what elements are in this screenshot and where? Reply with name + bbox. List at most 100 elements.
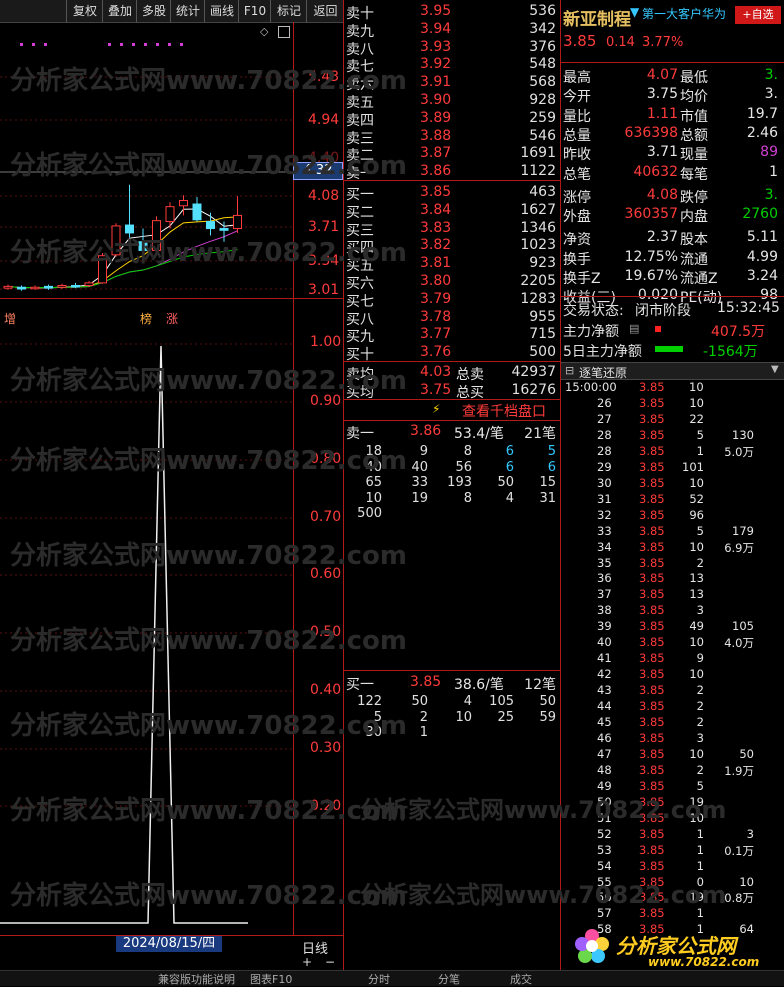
ask1-queue-label: 卖一 [346, 426, 374, 442]
tick-second: 57 [597, 906, 612, 921]
bid-level-row[interactable]: 买九 3.77 715 [346, 326, 558, 345]
indicator-svg [0, 343, 293, 924]
indicator-chart-area[interactable] [0, 300, 293, 935]
ask-level-row[interactable]: 卖十 3.95 536 [346, 3, 558, 22]
bid-level-row[interactable]: 买五 3.81 923 [346, 255, 558, 274]
diamond-icon[interactable]: ◇ [260, 25, 268, 38]
tick-volume: 2 [696, 699, 704, 714]
price-change-pct: 3.77% [642, 35, 684, 50]
ask-level-row[interactable]: 卖八 3.93 376 [346, 38, 558, 58]
bid-level-row[interactable]: 买三 3.83 1346 [346, 220, 558, 239]
toolbar-mark-button[interactable]: 标记 [270, 0, 307, 22]
queue-order-size: 18 [365, 444, 382, 459]
toolbar-multi-stock-button[interactable]: 多股 [136, 0, 171, 22]
tick-second: 44 [597, 699, 612, 714]
tick-volume: 10 [689, 380, 704, 394]
thousand-level-button[interactable]: 查看千档盘口 [462, 401, 546, 421]
bid-level-row[interactable]: 买四 3.82 1023 [346, 237, 558, 256]
level-price: 3.88 [420, 127, 452, 144]
tick-volume: 13 [689, 587, 704, 602]
level-price: 3.80 [420, 273, 452, 289]
bid-level-row[interactable]: 买一 3.85 463 [346, 184, 558, 203]
ask-level-row[interactable]: 卖三 3.88 546 [346, 127, 558, 147]
toolbar-draw-button[interactable]: 画线 [204, 0, 239, 22]
window-toggle-icon[interactable] [278, 26, 290, 38]
ask-level-row[interactable]: 卖二 3.87 1691 [346, 145, 558, 164]
toolbar-overlay-button[interactable]: 叠加 [102, 0, 137, 22]
tick-second: 27 [597, 411, 612, 426]
level-volume: 928 [529, 92, 556, 108]
tick-volume: 5 [696, 427, 704, 442]
tick-price: 3.85 [639, 491, 665, 506]
tick-volume: 0 [696, 874, 704, 889]
queue-order-size: 105 [489, 694, 514, 709]
queue-order-size: 19 [411, 490, 428, 506]
bid1-queue-price: 3.85 [410, 674, 442, 690]
level-volume: 715 [529, 326, 556, 343]
bid-level-row[interactable]: 买十 3.76 500 [346, 344, 558, 363]
lightning-icon: ⚡ [432, 402, 441, 416]
candle-body [179, 200, 188, 207]
kline-chart-area[interactable]: ◇ 增 [0, 23, 293, 326]
toolbar-f10-button[interactable]: F10 [238, 0, 271, 22]
tick-volume: 1 [696, 906, 704, 921]
collapse-icon[interactable]: ⊟ [565, 364, 574, 377]
queue-order-size: 31 [539, 490, 556, 506]
tick-volume: 2 [696, 683, 704, 698]
tick-volume: 5 [696, 523, 704, 538]
toolbar-stats-button[interactable]: 统计 [170, 0, 205, 22]
tick-volume: 10 [689, 475, 704, 490]
toolbar-back-button[interactable]: 返回 [306, 0, 344, 22]
candle-body [111, 225, 121, 256]
main-net-bar [655, 326, 661, 332]
zoom-out-button[interactable]: − [325, 955, 335, 969]
price-tick: 4.94 [308, 112, 340, 128]
quote-field-label: 净资 [563, 232, 591, 249]
bid-level-row[interactable]: 买八 3.78 955 [346, 309, 558, 328]
bid-level-row[interactable]: 买二 3.84 1627 [346, 202, 558, 221]
tick-volume: 1 [696, 842, 704, 857]
level-volume: 2205 [520, 273, 556, 289]
moving-average-line [7, 230, 238, 289]
tick-second: 33 [597, 523, 612, 538]
dropdown-icon[interactable]: ▼ [771, 364, 779, 375]
tick-price: 3.85 [639, 762, 665, 777]
ask-level-row[interactable]: 卖九 3.94 342 [346, 21, 558, 40]
sell-avg-label: 卖均 [346, 367, 374, 383]
tick-price: 3.85 [639, 539, 665, 554]
level-volume: 376 [529, 38, 556, 55]
kline-svg [0, 43, 293, 291]
level-volume: 259 [529, 109, 556, 126]
tick-aggregate: 0.1万 [724, 843, 754, 858]
tick-second: 42 [597, 667, 612, 682]
bid-level-row[interactable]: 买六 3.80 2205 [346, 273, 558, 292]
tick-row: 36 3.85 13 [563, 571, 784, 587]
stock-tag[interactable]: 第一大客户华为 [642, 5, 726, 22]
add-watchlist-button[interactable]: +自选 [735, 6, 781, 24]
doc-icon[interactable]: ▤ [629, 322, 639, 335]
quote-field-value: 19.7 [746, 105, 778, 122]
tick-price: 3.85 [639, 427, 665, 442]
tick-row: 33 3.85 5 179 [563, 524, 784, 540]
tag-arrow-icon: ▼ [630, 5, 640, 19]
ask-level-row[interactable]: 卖七 3.92 548 [346, 56, 558, 75]
tick-row: 46 3.85 3 [563, 731, 784, 747]
tick-list-title[interactable]: 逐笔还原 [579, 364, 627, 381]
tick-volume: 96 [689, 507, 704, 522]
ask-level-row[interactable]: 卖一 3.86 1122 [346, 163, 558, 182]
level-price: 3.92 [420, 56, 452, 73]
thousand-level-bar[interactable]: ⚡ 查看千档盘口 [344, 399, 560, 421]
ask-level-row[interactable]: 卖六 3.91 568 [346, 74, 558, 93]
column-divider [343, 0, 344, 970]
tick-row: 27 3.85 22 [563, 412, 784, 428]
toolbar-fuquan-button[interactable]: 复权 [66, 0, 103, 22]
bid-level-row[interactable]: 买七 3.79 1283 [346, 291, 558, 310]
tick-second: 26 [597, 396, 612, 410]
site-logo-url: www.70822.com [648, 955, 760, 969]
zoom-in-button[interactable]: + [302, 955, 312, 969]
tick-volume: 10 [689, 810, 704, 825]
queue-order-size: 193 [447, 475, 472, 490]
price-tick: 3.01 [308, 282, 340, 298]
ask-level-row[interactable]: 卖四 3.89 259 [346, 109, 558, 129]
ask-level-row[interactable]: 卖五 3.90 928 [346, 92, 558, 111]
